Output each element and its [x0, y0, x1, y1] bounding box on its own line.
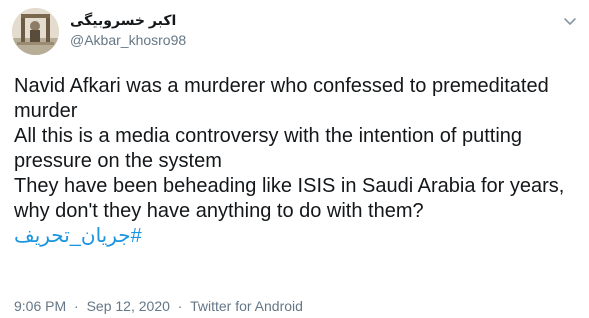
meta-separator: · [177, 298, 183, 314]
tweet-line: All this is a media controversy with the… [14, 125, 523, 172]
tweet-date[interactable]: Sep 12, 2020 [87, 298, 170, 314]
hashtag-link[interactable]: #جریان_تحریف [14, 224, 580, 249]
tweet-metadata: 9:06 PM · Sep 12, 2020 · Twitter for And… [14, 297, 303, 315]
user-handle[interactable]: @Akbar_khosro98 [70, 31, 270, 50]
tweet-text: Navid Afkari was a murderer who confesse… [14, 74, 580, 249]
tweet-line: Navid Afkari was a murderer who confesse… [14, 75, 549, 122]
meta-separator: · [74, 298, 79, 314]
avatar-image [12, 8, 59, 55]
tweet-source[interactable]: Twitter for Android [190, 298, 303, 314]
tweet-time[interactable]: 9:06 PM [14, 298, 66, 314]
tweet-card: اکبر خسروبیگی @Akbar_khosro98 Navid Afka… [0, 0, 589, 318]
display-name[interactable]: اکبر خسروبیگی [70, 11, 270, 30]
chevron-down-icon[interactable] [561, 12, 579, 30]
avatar[interactable] [12, 8, 59, 55]
author-block: اکبر خسروبیگی @Akbar_khosro98 [70, 11, 270, 50]
tweet-line: They have been beheading like ISIS in Sa… [14, 175, 565, 222]
